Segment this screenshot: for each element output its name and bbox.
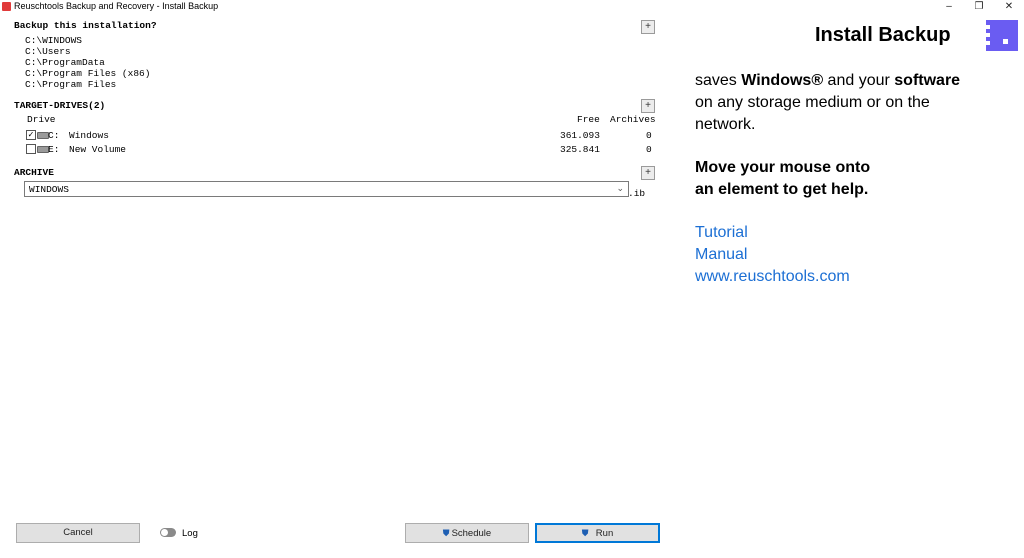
- close-button[interactable]: ✕: [994, 0, 1024, 14]
- column-archives: Archives: [610, 114, 656, 125]
- log-label: Log: [182, 528, 198, 539]
- backup-path-item: C:\Program Files (x86): [25, 68, 151, 79]
- archive-name-combobox[interactable]: WINDOWS ⌄: [24, 181, 629, 197]
- minimize-button[interactable]: –: [934, 0, 964, 14]
- run-button[interactable]: ⛊ Run: [535, 523, 660, 543]
- column-drive: Drive: [27, 114, 56, 125]
- drive-letter: E:: [48, 144, 60, 155]
- backup-path-item: C:\Program Files: [25, 79, 117, 90]
- drive-free: 325.841: [560, 144, 600, 155]
- backup-path-item: C:\Users: [25, 46, 71, 57]
- manual-link[interactable]: Manual: [695, 246, 747, 264]
- drive-name: New Volume: [69, 144, 127, 155]
- shield-icon: ⛊: [442, 528, 450, 538]
- log-toggle[interactable]: [160, 528, 176, 537]
- drive-letter: C:: [48, 130, 60, 141]
- tutorial-link[interactable]: Tutorial: [695, 224, 748, 242]
- backup-section-title: Backup this installation?: [14, 20, 157, 31]
- shield-icon: ⛊: [581, 528, 589, 538]
- drive-archives: 0: [646, 144, 652, 155]
- website-link[interactable]: www.reuschtools.com: [695, 268, 850, 286]
- title-bar: Reuschtools Backup and Recovery - Instal…: [0, 0, 1024, 14]
- window-title: Reuschtools Backup and Recovery - Instal…: [14, 1, 219, 11]
- drive-c-checkbox[interactable]: ✓: [26, 130, 36, 140]
- schedule-label: Schedule: [451, 528, 492, 539]
- backup-path-item: C:\WINDOWS: [25, 35, 83, 46]
- help-description: saves Windows® and your software on any …: [695, 72, 961, 133]
- schedule-button[interactable]: ⛊ Schedule: [405, 523, 529, 543]
- drive-name: Windows: [69, 130, 109, 141]
- drive-free: 361.093: [560, 130, 600, 141]
- drive-archives: 0: [646, 130, 652, 141]
- chevron-down-icon[interactable]: ⌄: [616, 183, 624, 194]
- archive-extension: .ib: [628, 188, 646, 199]
- help-hint: Move your mouse onto an element to get h…: [695, 159, 871, 198]
- archive-add-button[interactable]: +: [641, 166, 655, 180]
- target-add-button[interactable]: +: [641, 99, 655, 113]
- column-free: Free: [577, 114, 600, 125]
- backup-add-button[interactable]: +: [641, 20, 655, 34]
- maximize-button[interactable]: ❐: [964, 0, 994, 14]
- run-label: Run: [595, 528, 614, 539]
- target-drives-title: TARGET-DRIVES(2): [14, 100, 106, 111]
- archive-title: ARCHIVE: [14, 167, 54, 178]
- archive-name-value: WINDOWS: [29, 184, 69, 195]
- app-icon: [2, 2, 11, 11]
- help-heading: Install Backup: [815, 24, 951, 46]
- drive-e-checkbox[interactable]: [26, 144, 36, 154]
- cancel-button[interactable]: Cancel: [16, 523, 140, 543]
- reuschtools-logo-icon: [986, 20, 1018, 51]
- backup-path-item: C:\ProgramData: [25, 57, 105, 68]
